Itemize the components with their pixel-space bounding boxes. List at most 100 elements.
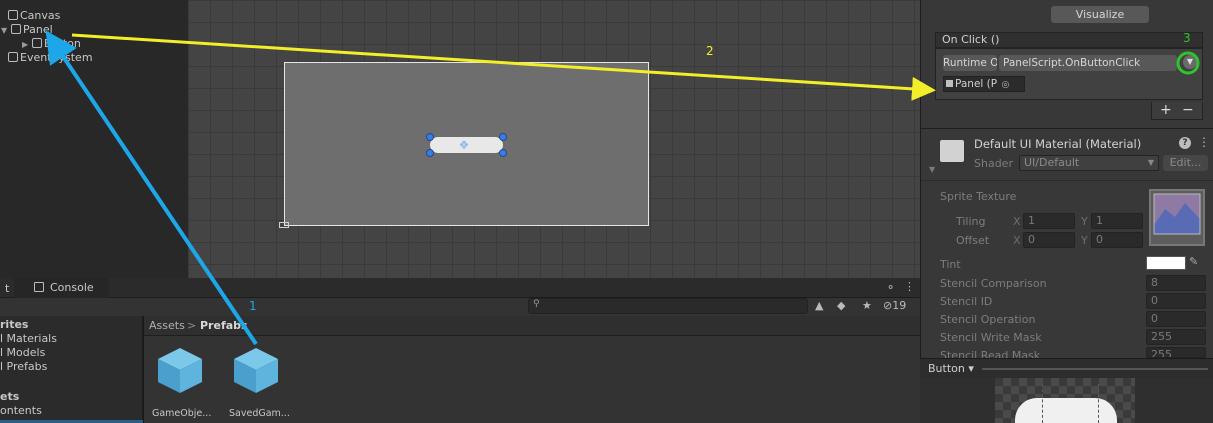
offset-label: Offset [956, 234, 990, 247]
breadcrumb-separator: > [187, 319, 197, 332]
tab-console[interactable]: Console [14, 278, 109, 298]
tint-label: Tint [940, 258, 961, 271]
tiling-x-field[interactable]: 1 [1023, 213, 1075, 229]
tab-project[interactable]: t [5, 282, 9, 295]
texture-slot[interactable] [1149, 189, 1205, 246]
anchor-handle[interactable] [279, 222, 289, 228]
hidden-packages-toggle[interactable]: ⊘19 [883, 299, 906, 312]
tiling-y-field[interactable]: 1 [1091, 213, 1143, 229]
gameobject-icon [946, 80, 953, 87]
gameobject-icon [8, 52, 18, 62]
asset-name: GameObje... [152, 408, 212, 419]
function-dropdown[interactable]: PanelScript.OnButtonClick [999, 55, 1177, 71]
project-tabs: t Console ⚬ ⋮ [0, 278, 920, 298]
kebab-menu-icon[interactable]: ⋮ [904, 280, 915, 293]
console-icon [34, 282, 44, 292]
annotation-label-3: 3 [1183, 31, 1191, 45]
texture-thumbnail-icon [1153, 193, 1201, 235]
hierarchy-item-label: Button [44, 37, 81, 50]
favorite-item[interactable]: l Materials [0, 332, 57, 345]
onclick-header: On Click () [935, 32, 1203, 48]
breadcrumb-current[interactable]: Prefabs [200, 319, 248, 332]
collapse-arrow-icon[interactable]: ▶ [22, 38, 32, 52]
asset-item[interactable] [155, 345, 205, 397]
object-picker-icon[interactable]: ◎ [1001, 78, 1009, 92]
asset-item[interactable] [231, 345, 281, 397]
runtime-dropdown[interactable]: Runtime Or▾ [943, 55, 997, 71]
offset-y-field[interactable]: 0 [1091, 232, 1143, 248]
gameobject-icon [11, 24, 21, 34]
stencil-comparison-field[interactable]: 8 [1146, 275, 1206, 291]
slice-guide [1042, 384, 1043, 423]
offset-x-label: X [1013, 234, 1021, 247]
stencil-read-mask-field[interactable]: 255 [1146, 347, 1206, 358]
edit-shader-button[interactable]: Edit... [1163, 155, 1208, 171]
project-favorites-tree: rites l Materials l Models l Prefabs ets… [0, 316, 143, 423]
inspector-panel: Visualize On Click () Runtime Or▾ PanelS… [920, 0, 1213, 358]
gameobject-icon [8, 10, 18, 20]
hierarchy-item-canvas[interactable]: Canvas [0, 9, 188, 23]
stencil-operation-field[interactable]: 0 [1146, 311, 1206, 327]
foldout-arrow-icon[interactable]: ▼ [929, 165, 935, 174]
breadcrumb: Assets > Prefabs [144, 316, 920, 336]
material-preview-icon [940, 140, 964, 162]
favorite-item[interactable]: l Models [0, 346, 45, 359]
stencil-id-field[interactable]: 0 [1146, 293, 1206, 309]
kebab-menu-icon[interactable]: ⋮ [1198, 135, 1210, 149]
stencil-read-mask-label: Stencil Read Mask [940, 349, 1041, 358]
shader-dropdown[interactable]: UI/Default ▼ [1019, 155, 1159, 171]
resize-handle[interactable] [426, 133, 434, 141]
filter-type-icon[interactable]: ▲ [815, 299, 823, 312]
eye-slash-icon: ⊘ [883, 299, 893, 312]
slice-guide [1098, 384, 1099, 423]
tiling-label: Tiling [956, 215, 986, 228]
favorite-icon[interactable]: ★ [862, 299, 872, 312]
tiling-x-label: X [1013, 215, 1021, 228]
expand-arrow-icon[interactable]: ▼ [1, 24, 11, 38]
add-button[interactable]: + [1160, 102, 1172, 118]
preview-area [920, 378, 1213, 423]
project-toolbar: ⚲ ▲ ◆ ★ ⊘19 [0, 298, 920, 316]
dropdown-arrow-icon[interactable]: ▼ [1183, 55, 1197, 69]
hierarchy-panel: Canvas ▼ Panel ▶ Button EventSystem [0, 0, 188, 278]
preview-dropdown[interactable]: Button ▾ [928, 362, 974, 375]
object-field[interactable]: Panel (P ◎ [943, 76, 1025, 92]
assets-header: ets [0, 390, 20, 403]
folder-item[interactable]: ontents [0, 404, 42, 417]
search-icon: ⚲ [533, 299, 540, 309]
offset-y-label: Y [1081, 234, 1088, 247]
hierarchy-item-eventsystem[interactable]: EventSystem [0, 51, 188, 65]
resize-handle[interactable] [426, 149, 434, 157]
tab-console-label: Console [50, 281, 94, 294]
hierarchy-item-button[interactable]: ▶ Button [0, 37, 188, 51]
eyedropper-icon[interactable]: ✎ [1189, 255, 1198, 268]
preview-splitter[interactable] [982, 368, 1208, 370]
pivot-gizmo-icon[interactable]: ❖ [455, 138, 473, 152]
remove-button[interactable]: − [1182, 102, 1194, 118]
stencil-comparison-label: Stencil Comparison [940, 277, 1047, 290]
lock-icon[interactable]: ⚬ [886, 281, 895, 294]
favorites-header: rites [0, 318, 29, 331]
hierarchy-item-label: Panel [23, 23, 53, 36]
annotation-label-2: 2 [706, 44, 714, 58]
filter-label-icon[interactable]: ◆ [837, 299, 845, 312]
hierarchy-item-label: Canvas [20, 9, 61, 22]
help-icon[interactable]: ? [1179, 137, 1191, 149]
stencil-write-mask-field[interactable]: 255 [1146, 329, 1206, 345]
favorite-item[interactable]: l Prefabs [0, 360, 47, 373]
search-input[interactable]: ⚲ [528, 298, 808, 314]
resize-handle[interactable] [499, 149, 507, 157]
shader-label: Shader [974, 157, 1013, 170]
breadcrumb-root[interactable]: Assets [149, 319, 185, 332]
stencil-write-mask-label: Stencil Write Mask [940, 331, 1042, 344]
hierarchy-item-label: EventSystem [20, 51, 93, 64]
resize-handle[interactable] [499, 133, 507, 141]
offset-x-field[interactable]: 0 [1023, 232, 1075, 248]
visualize-button[interactable]: Visualize [1051, 6, 1149, 23]
asset-name: SavedGam... [229, 408, 290, 419]
divider [921, 180, 1213, 181]
hierarchy-item-panel[interactable]: ▼ Panel [0, 23, 188, 37]
hidden-count: 19 [892, 299, 907, 312]
tint-color-swatch[interactable] [1146, 256, 1186, 270]
tiling-y-label: Y [1081, 215, 1088, 228]
